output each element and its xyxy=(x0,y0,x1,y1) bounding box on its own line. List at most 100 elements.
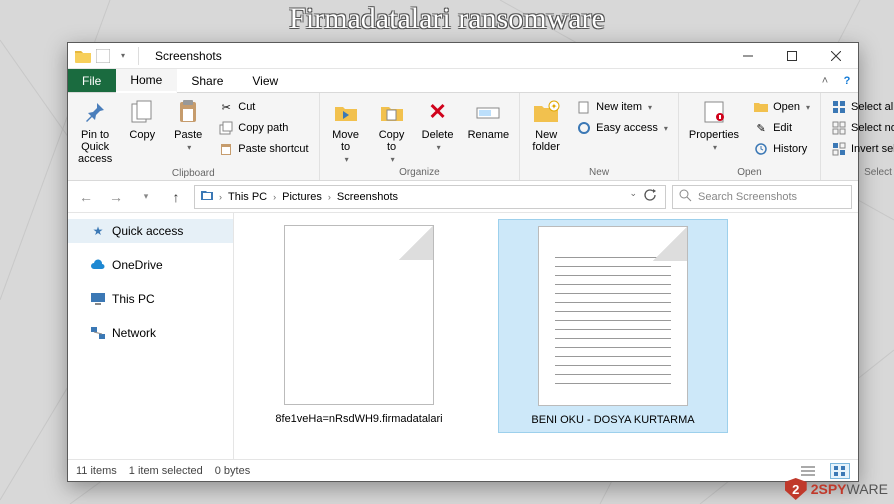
cut-button[interactable]: ✂ Cut xyxy=(214,97,312,117)
copy-path-button[interactable]: Copy path xyxy=(214,118,312,138)
file-name: 8fe1veHa=nRsdWH9.firmadatalari xyxy=(275,413,442,425)
group-label-select: Select xyxy=(825,166,894,180)
file-list[interactable]: 8fe1veHa=nRsdWH9.firmadatalari BENI OKU … xyxy=(234,213,858,459)
tab-view[interactable]: View xyxy=(238,69,293,92)
watermark-brand-b: WARE xyxy=(847,481,888,497)
nav-recent-button[interactable]: ▾ xyxy=(134,185,158,209)
edit-button[interactable]: ✎ Edit xyxy=(749,118,814,138)
group-label-organize: Organize xyxy=(324,166,516,180)
paste-icon xyxy=(173,97,203,127)
star-icon: ★ xyxy=(90,223,106,239)
ribbon-tabs: File Home Share View ˄ ? xyxy=(68,69,858,93)
cloud-icon xyxy=(90,257,106,273)
search-icon xyxy=(679,189,692,205)
address-field[interactable]: › This PC › Pictures › Screenshots ⌄ xyxy=(194,185,666,209)
status-item-count: 11 items xyxy=(76,465,117,477)
search-input[interactable]: Search Screenshots xyxy=(672,185,852,209)
paste-button[interactable]: Paste ▾ xyxy=(166,95,210,154)
window-title: Screenshots xyxy=(149,49,726,63)
window-titlebar: ▾ Screenshots xyxy=(68,43,858,69)
app-icon xyxy=(94,47,112,65)
status-size: 0 bytes xyxy=(215,465,250,477)
properties-button[interactable]: Properties▾ xyxy=(683,95,745,154)
computer-icon xyxy=(90,291,106,307)
delete-icon: ✕ xyxy=(423,97,453,127)
icons-view-button[interactable] xyxy=(830,463,850,479)
address-bar: ← → ▾ ↑ › This PC › Pictures › Screensho… xyxy=(68,181,858,213)
chevron-right-icon[interactable]: › xyxy=(326,192,333,202)
breadcrumb[interactable]: Screenshots xyxy=(335,191,400,203)
explorer-window: ▾ Screenshots File Home Share View ˄ ? xyxy=(67,42,859,482)
copy-button[interactable]: Copy xyxy=(120,95,164,143)
file-item[interactable]: 8fe1veHa=nRsdWH9.firmadatalari xyxy=(244,219,474,431)
chevron-right-icon[interactable]: › xyxy=(217,192,224,202)
nav-onedrive[interactable]: OneDrive xyxy=(68,253,233,277)
navigation-pane: ★ Quick access OneDrive This PC xyxy=(68,213,234,459)
history-button[interactable]: History xyxy=(749,139,814,159)
invert-selection-button[interactable]: Invert selection xyxy=(827,139,894,159)
folder-icon xyxy=(74,47,92,65)
folder-icon xyxy=(199,188,215,205)
tab-share[interactable]: Share xyxy=(177,69,238,92)
group-label-new: New xyxy=(524,166,674,180)
paste-shortcut-icon xyxy=(218,141,234,157)
close-button[interactable] xyxy=(814,43,858,69)
pin-icon xyxy=(80,97,110,127)
shield-icon: 2 xyxy=(785,478,807,500)
breadcrumb[interactable]: Pictures xyxy=(280,191,324,203)
new-folder-icon: ✦ xyxy=(531,97,561,127)
breadcrumb[interactable]: This PC xyxy=(226,191,269,203)
nav-this-pc[interactable]: This PC xyxy=(68,287,233,311)
minimize-button[interactable] xyxy=(726,43,770,69)
select-none-button[interactable]: Select none xyxy=(827,118,894,138)
collapse-ribbon-icon[interactable]: ˄ xyxy=(814,69,836,92)
new-item-button[interactable]: New item▾ xyxy=(572,97,672,117)
svg-text:✦: ✦ xyxy=(551,102,558,111)
chevron-right-icon[interactable]: › xyxy=(271,192,278,202)
page-title: Firmadatalari ransomware xyxy=(0,2,894,36)
move-to-icon xyxy=(331,97,361,127)
addr-dropdown-icon[interactable]: ⌄ xyxy=(629,188,637,205)
maximize-button[interactable] xyxy=(770,43,814,69)
file-icon xyxy=(284,225,434,405)
watermark-brand-a: 2SPY xyxy=(811,481,847,497)
copy-icon xyxy=(127,97,157,127)
details-view-button[interactable] xyxy=(798,463,818,479)
file-item-selected[interactable]: BENI OKU - DOSYA KURTARMA xyxy=(498,219,728,433)
watermark: 2 2SPYWARE xyxy=(785,478,888,500)
invert-selection-icon xyxy=(831,141,847,157)
copy-to-button[interactable]: Copy to▾ xyxy=(370,95,414,166)
open-icon xyxy=(753,99,769,115)
easy-access-button[interactable]: Easy access▾ xyxy=(572,118,672,138)
edit-icon: ✎ xyxy=(753,120,769,136)
scissors-icon: ✂ xyxy=(218,99,234,115)
select-all-button[interactable]: Select all xyxy=(827,97,894,117)
new-folder-button[interactable]: ✦ New folder xyxy=(524,95,568,155)
open-button[interactable]: Open▾ xyxy=(749,97,814,117)
nav-forward-button[interactable]: → xyxy=(104,185,128,209)
select-none-icon xyxy=(831,120,847,136)
group-label-open: Open xyxy=(683,166,816,180)
file-name: BENI OKU - DOSYA KURTARMA xyxy=(531,414,694,426)
status-bar: 11 items 1 item selected 0 bytes xyxy=(68,459,858,481)
move-to-button[interactable]: Move to▾ xyxy=(324,95,368,166)
tab-home[interactable]: Home xyxy=(116,69,177,93)
refresh-icon[interactable] xyxy=(643,188,657,205)
qat-dropdown-icon[interactable]: ▾ xyxy=(114,47,132,65)
nav-network[interactable]: Network xyxy=(68,321,233,345)
nav-up-button[interactable]: ↑ xyxy=(164,185,188,209)
pin-to-quick-access-button[interactable]: Pin to Quick access xyxy=(72,95,118,167)
help-icon[interactable]: ? xyxy=(836,69,858,92)
paste-shortcut-button[interactable]: Paste shortcut xyxy=(214,139,312,159)
status-selection: 1 item selected xyxy=(129,465,203,477)
nav-quick-access[interactable]: ★ Quick access xyxy=(68,219,233,243)
history-icon xyxy=(753,141,769,157)
rename-button[interactable]: Rename xyxy=(462,95,516,143)
nav-back-button[interactable]: ← xyxy=(74,185,98,209)
new-item-icon xyxy=(576,99,592,115)
select-all-icon xyxy=(831,99,847,115)
tab-file[interactable]: File xyxy=(68,69,116,92)
copy-label: Copy xyxy=(129,129,155,141)
ribbon: Pin to Quick access Copy Paste ▾ xyxy=(68,93,858,181)
delete-button[interactable]: ✕ Delete▾ xyxy=(416,95,460,154)
